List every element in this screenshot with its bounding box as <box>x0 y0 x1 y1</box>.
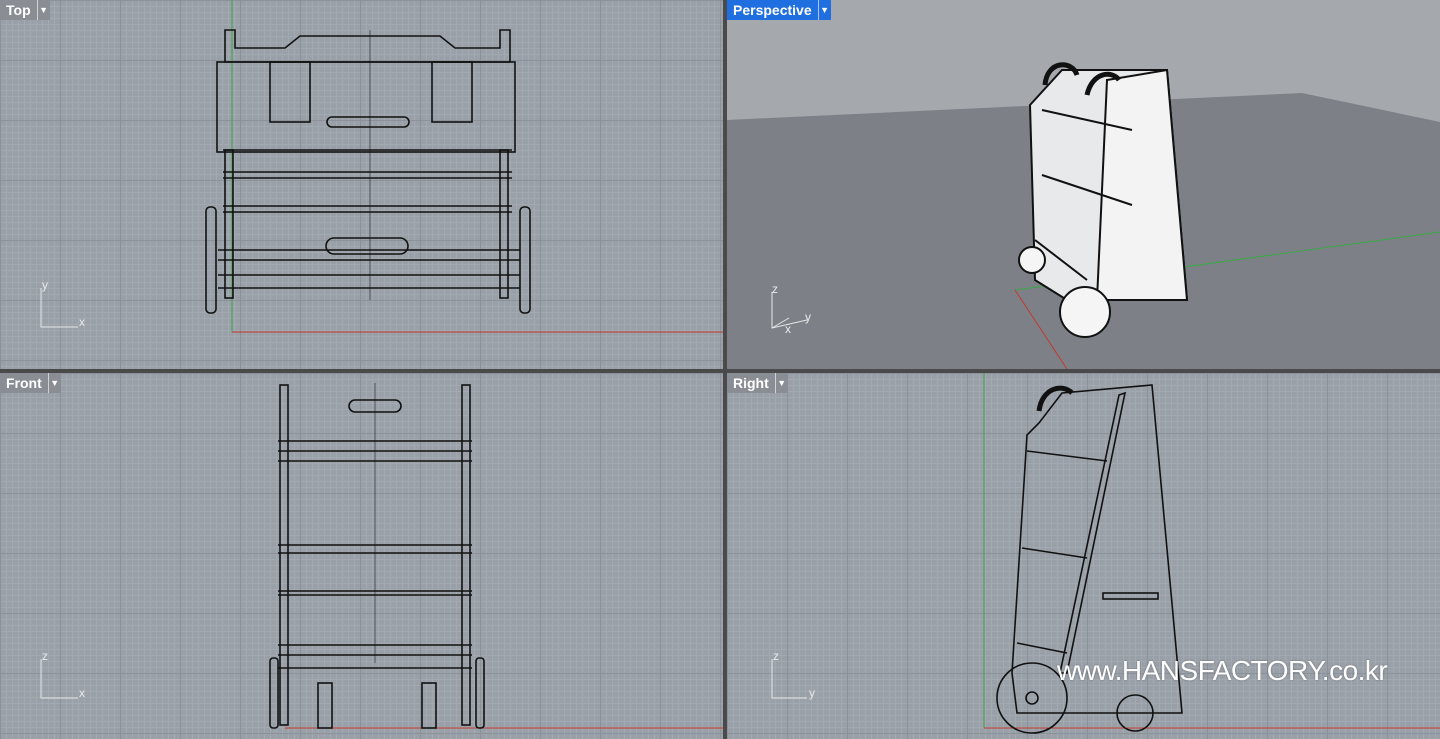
perspective-view-drawing <box>727 62 1440 369</box>
chevron-down-icon[interactable]: ▼ <box>47 373 61 393</box>
axis-indicator-icon: z x <box>38 649 88 701</box>
tab-right-viewport[interactable]: Right ▼ <box>727 373 788 393</box>
tab-top-viewport[interactable]: Top ▼ <box>0 0 50 20</box>
axis-label-h: x <box>79 315 85 329</box>
viewport-perspective[interactable]: Perspective ▼ z y x <box>727 0 1440 369</box>
tab-front-viewport[interactable]: Front ▼ <box>0 373 61 393</box>
axis-indicator-icon: y x <box>38 278 88 330</box>
viewport-front[interactable]: Front ▼ z x <box>0 373 723 739</box>
viewport-title: Right <box>733 375 769 391</box>
viewport-title: Top <box>6 2 31 18</box>
axis-label-y: y <box>805 310 811 324</box>
axis-label-v: y <box>42 278 48 292</box>
viewport-top[interactable]: Top ▼ y x <box>0 0 723 369</box>
chevron-down-icon[interactable]: ▼ <box>817 0 831 20</box>
axis-label-v: z <box>42 649 48 663</box>
chevron-down-icon[interactable]: ▼ <box>36 0 50 20</box>
axis-label-v: z <box>773 649 779 663</box>
viewport-title: Perspective <box>733 2 812 18</box>
watermark-text: www.HANSFACTORY.co.kr <box>1057 655 1388 686</box>
viewport-title: Front <box>6 375 42 391</box>
axis-indicator-icon: z y <box>769 649 819 701</box>
chevron-down-icon[interactable]: ▼ <box>774 373 788 393</box>
axis-label-z: z <box>772 282 778 296</box>
top-view-drawing <box>205 0 723 333</box>
axis-label-h: x <box>79 686 85 700</box>
tab-perspective-viewport[interactable]: Perspective ▼ <box>727 0 831 20</box>
axis-label-x: x <box>785 322 791 336</box>
front-view-drawing <box>269 383 723 729</box>
axis-label-h: y <box>809 686 815 700</box>
axis-indicator-icon: z y x <box>767 280 817 336</box>
